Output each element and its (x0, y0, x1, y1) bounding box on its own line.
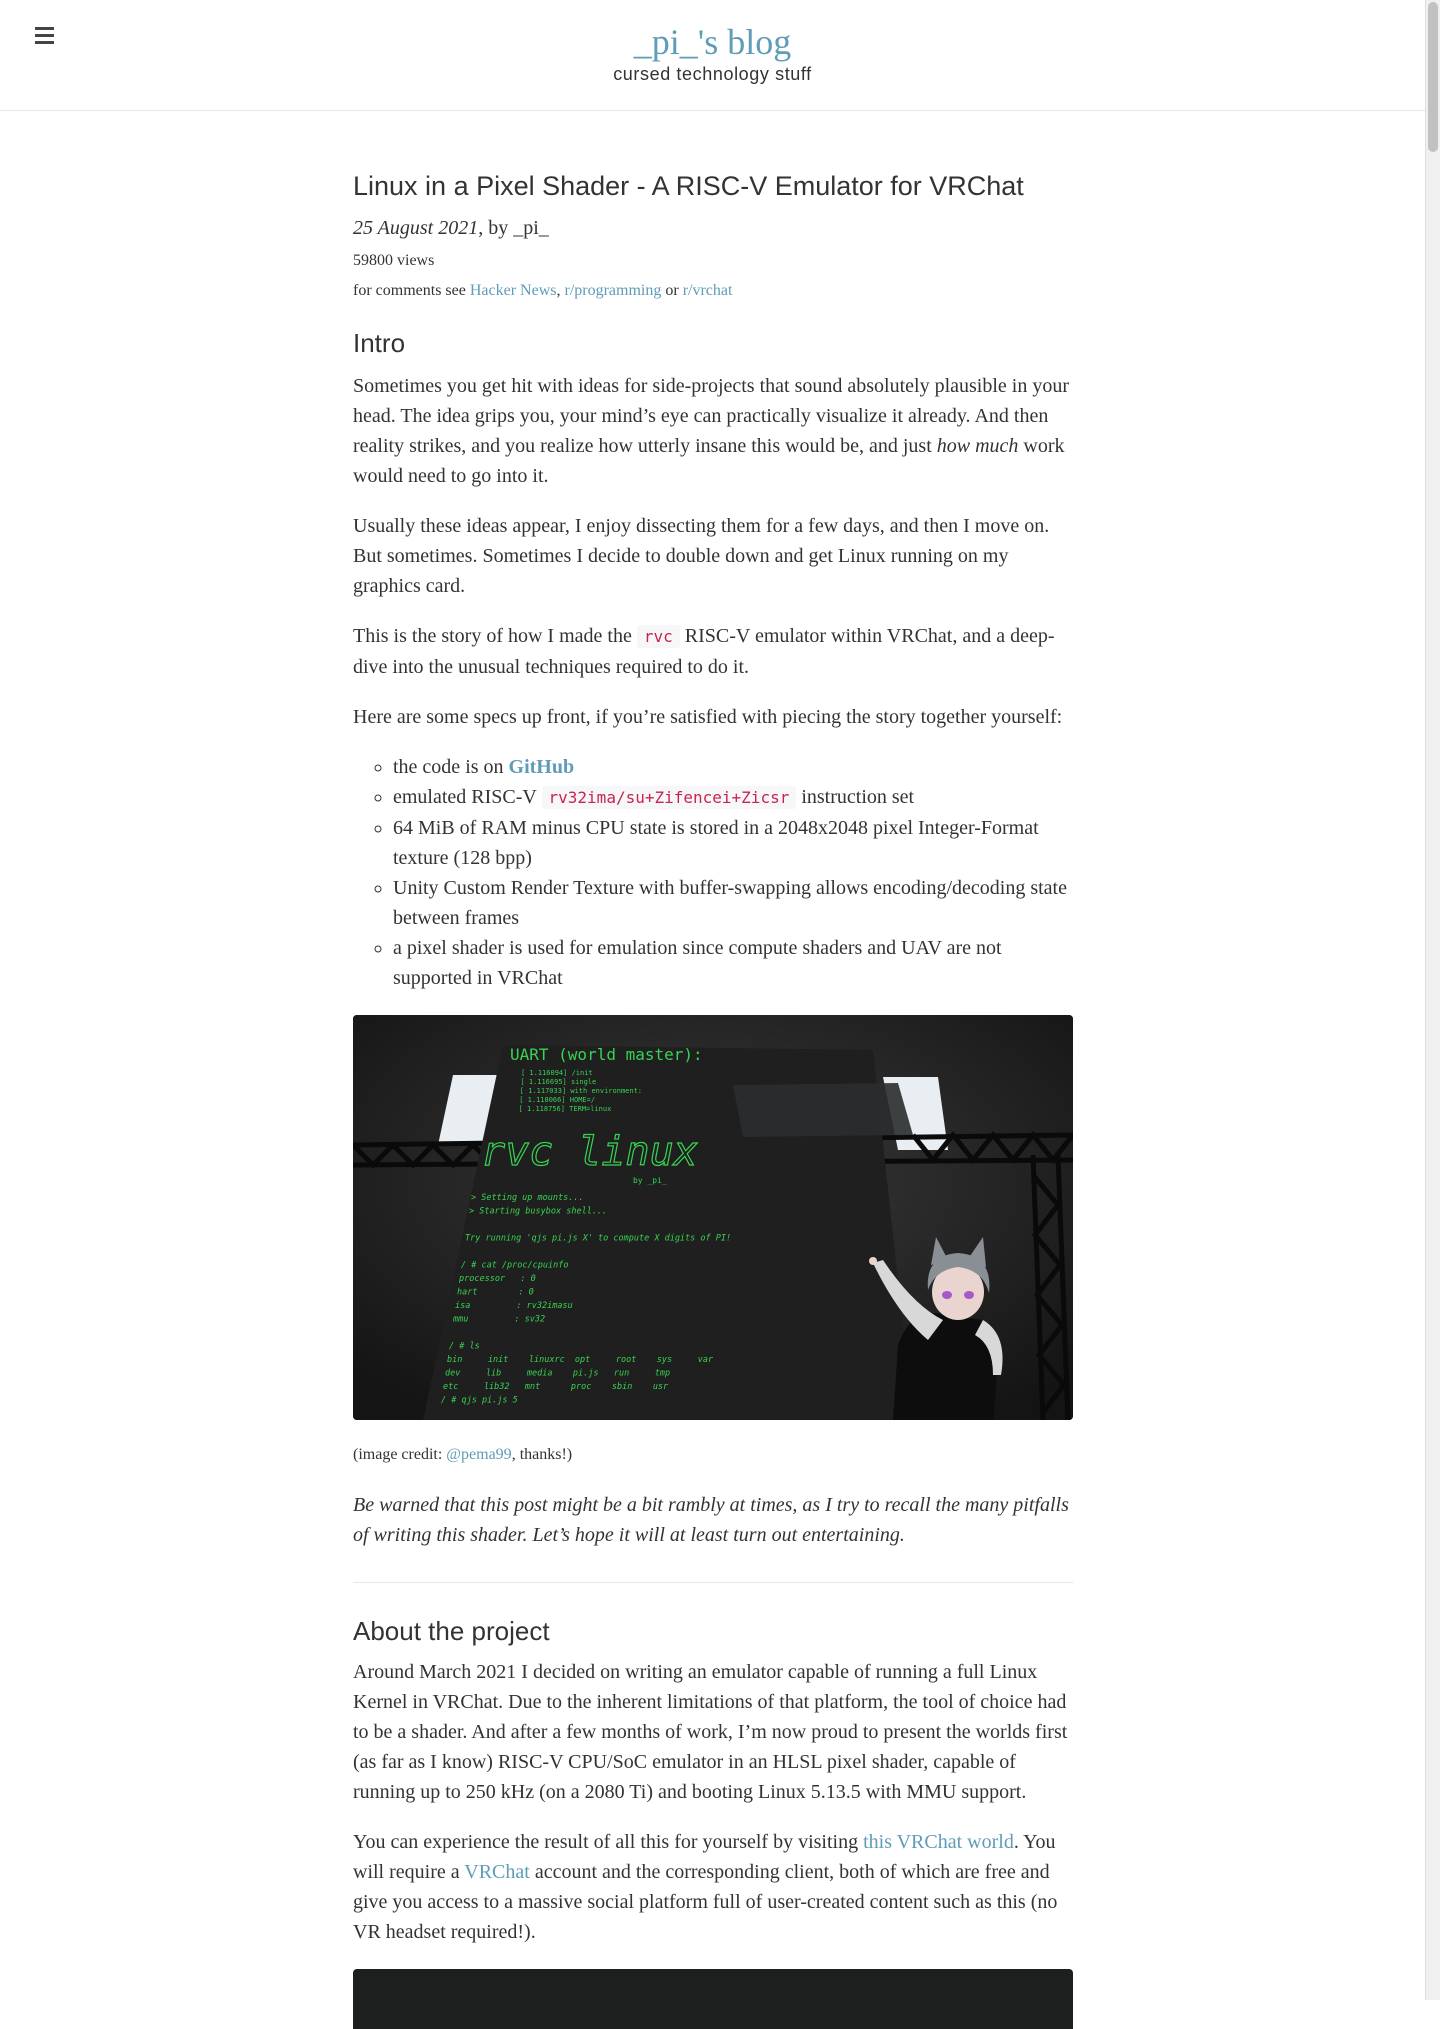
boot-line: [ 1.116094] /init (521, 1069, 593, 1077)
list-item: 64 MiB of RAM minus CPU state is stored … (393, 813, 1073, 873)
intro-heading: Intro (353, 328, 406, 358)
text: You can experience the result of all thi… (353, 1831, 864, 1853)
list-item: emulated RISC-V rv32ima/su+Zifencei+Zics… (393, 782, 1073, 813)
text: (image credit: (353, 1446, 447, 1463)
shell-line: Try running 'qjs pi.js X' to compute X d… (465, 1234, 731, 1244)
about-paragraph-1: Around March 2021 I decided on writing a… (353, 1661, 1068, 1803)
text: the code is on (393, 756, 509, 778)
text: This is the story of how I made the (353, 625, 637, 647)
text: , thanks!) (511, 1446, 573, 1463)
shell-line: / # ls (449, 1342, 480, 1352)
post-title: Linux in a Pixel Shader - A RISC-V Emula… (353, 171, 1024, 201)
shell-line: mmu : sv32 (452, 1315, 545, 1325)
hacker-news-link[interactable]: Hacker News (470, 282, 557, 299)
boot-line: [ 1.116695] single (520, 1078, 596, 1086)
post-content: Linux in a Pixel Shader - A RISC-V Emula… (353, 111, 1073, 2029)
second-screenshot-image (353, 1969, 1073, 2029)
vrchat-screenshot-image: UART (world master): [ 1.116094] /init[ … (353, 1015, 1073, 1420)
comments-line: for comments see Hacker News, r/programm… (353, 281, 1073, 301)
site-subtitle: cursed technology stuff (613, 64, 812, 84)
shell-line: bin init linuxrc opt root sys var (447, 1355, 714, 1365)
view-count: 59800 views (353, 252, 435, 269)
warning-paragraph: Be warned that this post might be a bit … (353, 1494, 1069, 1546)
text: emulated RISC-V (393, 786, 542, 808)
boot-line: [ 1.117033] with environment: (520, 1087, 642, 1095)
comments-separator: or (661, 282, 683, 299)
shell-line: > Setting up mounts... (471, 1193, 584, 1203)
about-heading: About the project (353, 1616, 550, 1646)
inline-code-isa: rv32ima/su+Zifencei+Zicsr (541, 786, 797, 809)
r-programming-link[interactable]: r/programming (564, 282, 661, 299)
shell-line: > Starting busybox shell... (469, 1207, 607, 1217)
section-divider (353, 1582, 1073, 1583)
logo-author: by _pi_ (633, 1176, 667, 1185)
list-item: a pixel shader is used for emulation sin… (393, 933, 1073, 993)
list-item: Unity Custom Render Texture with buffer-… (393, 873, 1073, 933)
uart-title: UART (world master): (510, 1045, 703, 1064)
scrollbar-thumb[interactable] (1428, 2, 1438, 152)
intro-paragraph-1: Sometimes you get hit with ideas for sid… (353, 371, 1073, 491)
boot-line: [ 1.118066] HOME=/ (519, 1096, 595, 1104)
vrchat-scene-illustration: UART (world master): [ 1.116094] /init[ … (353, 1015, 1073, 1420)
site-title-link[interactable]: _pi_'s blog (634, 22, 792, 62)
post-byline: , by _pi_ (478, 217, 549, 239)
scrollbar[interactable] (1425, 0, 1440, 2000)
post-date-line: 25 August 2021, by _pi_ (353, 215, 1073, 241)
specs-list: the code is on GitHub emulated RISC-V rv… (353, 752, 1073, 993)
intro-paragraph-2: Usually these ideas appear, I enjoy diss… (353, 515, 1050, 597)
shell-line: / # cat /proc/cpuinfo (461, 1261, 568, 1271)
shell-line: processor : 0 (458, 1274, 536, 1284)
site-header: _pi_'s blog cursed technology stuff (0, 0, 1425, 111)
boot-line: [ 1.118756] TERM=linux (519, 1105, 612, 1113)
shell-line: isa : rv32imasu (455, 1301, 573, 1311)
shell-line: dev lib media pi.js run tmp (445, 1369, 670, 1379)
vrchat-world-link[interactable]: this VRChat world (863, 1831, 1014, 1853)
emphasis: how much (936, 435, 1019, 457)
inline-code-rvc: rvc (636, 625, 680, 648)
github-link[interactable]: GitHub (509, 756, 575, 778)
post-date: 25 August 2021 (353, 217, 479, 239)
intro-paragraph-4: Here are some specs up front, if you’re … (353, 706, 1063, 728)
shell-line: hart : 0 (457, 1288, 534, 1298)
vrchat-link[interactable]: VRChat (464, 1861, 530, 1883)
shell-line: etc lib32 mnt proc sbin usr (443, 1382, 669, 1392)
list-item: the code is on GitHub (393, 752, 1073, 782)
about-paragraph-2: You can experience the result of all thi… (353, 1827, 1073, 1947)
pema99-link[interactable]: @pema99 (446, 1446, 511, 1463)
text: instruction set (796, 786, 915, 808)
r-vrchat-link[interactable]: r/vrchat (683, 282, 733, 299)
image-caption: (image credit: @pema99, thanks!) (353, 1444, 1073, 1466)
comments-prefix: for comments see (353, 282, 470, 299)
site-title: _pi_'s blog (0, 18, 1425, 66)
rvc-linux-logo: rvc linux (481, 1129, 698, 1175)
shell-line: / # qjs pi.js 5 (441, 1396, 518, 1406)
intro-paragraph-3: This is the story of how I made the rvc … (353, 621, 1073, 682)
